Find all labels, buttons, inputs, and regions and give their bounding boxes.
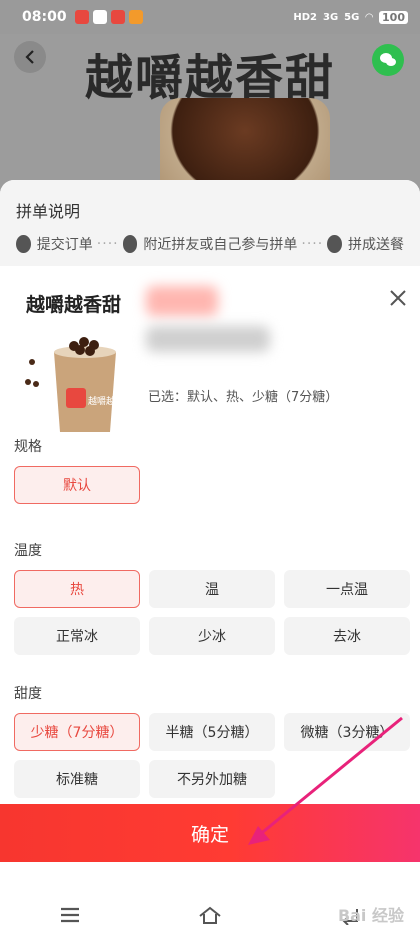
step-divider: ····: [96, 236, 119, 252]
wechat-icon: [380, 53, 396, 66]
price-placeholder: [146, 286, 218, 316]
app-notification-icon: [92, 10, 107, 24]
app-notification-icon: [74, 10, 89, 24]
temperature-group: 温度 热 温 一点温 正常冰 少冰 去冰: [0, 540, 420, 655]
status-bar: 08:00 HD2 3G 5G ◠ 100: [0, 0, 420, 34]
option-button[interactable]: 默认: [14, 466, 140, 504]
app-notification-icon: [110, 10, 125, 24]
network-label: 5G: [344, 11, 360, 23]
option-button[interactable]: 热: [14, 570, 140, 608]
product-summary: 越嚼越香甜 越嚼越香甜 已选：默认、热、少糖（7分糖）: [0, 266, 420, 432]
wifi-icon: ◠: [365, 11, 374, 23]
pin-guide-title: 拼单说明: [16, 202, 81, 221]
pin-guide-steps: 提交订单 ···· 附近拼友或自己参与拼单 ···· 拼成送餐: [16, 234, 404, 254]
step-divider: ····: [301, 236, 324, 252]
option-button[interactable]: 微糖（3分糖）: [284, 713, 410, 751]
app-notification-icon: [128, 10, 143, 24]
status-indicators: HD2 3G 5G ◠ 100: [293, 10, 408, 24]
sweetness-group: 甜度 少糖（7分糖） 半糖（5分糖） 微糖（3分糖） 标准糖 不另外加糖: [0, 683, 420, 798]
group-label: 温度: [14, 543, 42, 559]
option-button[interactable]: 半糖（5分糖）: [149, 713, 275, 751]
battery-icon: 100: [379, 10, 408, 24]
product-name: 越嚼越香甜: [26, 294, 122, 316]
wechat-share-button[interactable]: [372, 44, 404, 76]
product-header-backdrop: 越嚼越香甜: [0, 34, 420, 194]
option-button[interactable]: 温: [149, 570, 275, 608]
status-time: 08:00: [22, 9, 67, 25]
pin-step: 提交订单: [36, 237, 93, 253]
chevron-left-icon: [25, 50, 34, 64]
pin-step: 附近拼友或自己参与拼单: [143, 237, 298, 253]
watermark-text: Bai 经验: [337, 906, 404, 925]
delivery-icon: [327, 235, 343, 253]
info-placeholder: [146, 326, 270, 352]
home-icon[interactable]: [198, 905, 222, 925]
network-label: HD2: [293, 11, 317, 23]
back-button[interactable]: [14, 41, 46, 73]
group-label: 规格: [14, 439, 42, 455]
group-label: 甜度: [14, 686, 42, 702]
option-button[interactable]: 一点温: [284, 570, 410, 608]
option-button[interactable]: 正常冰: [14, 617, 140, 655]
pin-guide: 拼单说明 提交订单 ···· 附近拼友或自己参与拼单 ···· 拼成送餐: [0, 180, 420, 266]
location-icon: [122, 235, 138, 253]
option-button[interactable]: 少冰: [149, 617, 275, 655]
pin-step: 拼成送餐: [348, 237, 405, 253]
option-button[interactable]: 不另外加糖: [149, 760, 275, 798]
network-label: 3G: [322, 11, 339, 23]
selected-summary: 已选：默认、热、少糖（7分糖）: [148, 390, 339, 405]
menu-icon[interactable]: [59, 906, 81, 924]
cup-label: 越嚼越香甜: [88, 395, 128, 407]
close-icon[interactable]: [386, 286, 410, 310]
confirm-button[interactable]: 确定: [0, 804, 420, 862]
order-icon: [16, 235, 31, 253]
spec-group: 规格 默认: [0, 436, 420, 504]
option-button[interactable]: 少糖（7分糖）: [14, 713, 140, 751]
option-button[interactable]: 去冰: [284, 617, 410, 655]
product-thumbnail: 越嚼越香甜: [25, 337, 128, 432]
option-button[interactable]: 标准糖: [14, 760, 140, 798]
